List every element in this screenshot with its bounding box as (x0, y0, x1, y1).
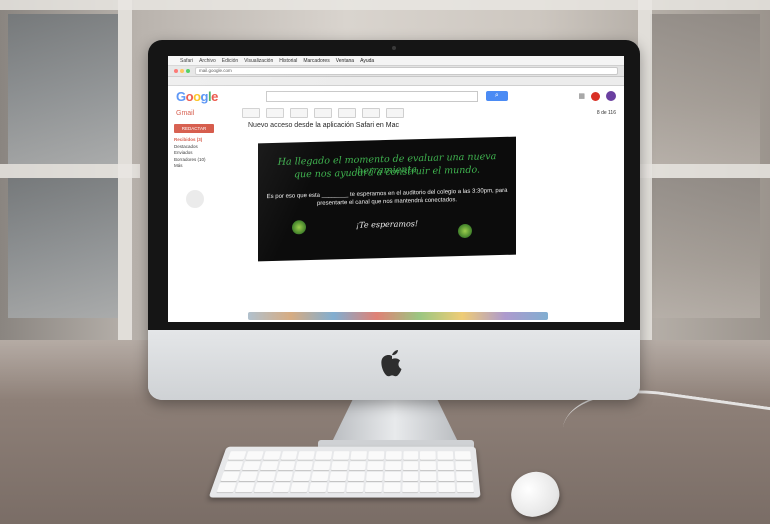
menu-item[interactable]: Visualización (244, 58, 273, 64)
email-view: Nuevo acceso desde la aplicación Safari … (242, 120, 624, 310)
mac-dock[interactable] (248, 312, 548, 320)
sidebar-item-more[interactable]: Más (174, 163, 236, 170)
report-button[interactable] (290, 108, 308, 118)
menu-item[interactable]: Edición (222, 58, 238, 64)
apple-logo-icon (381, 350, 402, 377)
menu-item[interactable]: Marcadores (303, 58, 329, 64)
gmail-header: Google ⌕ ▦ (168, 86, 624, 106)
email-subject: Nuevo acceso desde la aplicación Safari … (248, 122, 618, 129)
school-seal-icon (458, 223, 472, 239)
photo-scene: Safari Archivo Edición Visualización His… (0, 0, 770, 524)
google-logo[interactable]: Google (176, 89, 218, 104)
mac-menubar: Safari Archivo Edición Visualización His… (168, 56, 624, 66)
bookmarks-bar (168, 77, 624, 86)
window-transom (638, 164, 770, 178)
apps-grid-icon[interactable]: ▦ (578, 92, 585, 100)
avatar[interactable] (606, 91, 616, 101)
more-button[interactable] (386, 108, 404, 118)
gmail-sidebar: REDACTAR Recibidos (3) Destacados Enviad… (168, 120, 242, 310)
back-button[interactable] (242, 108, 260, 118)
compose-button[interactable]: REDACTAR (174, 124, 214, 133)
email-banner: Ha llegado el momento de evaluar una nue… (258, 136, 516, 262)
delete-button[interactable] (314, 108, 332, 118)
menu-item[interactable]: Ayuda (360, 58, 374, 64)
labels-button[interactable] (362, 108, 380, 118)
menu-item[interactable]: Archivo (199, 58, 216, 64)
menu-item[interactable]: Safari (180, 58, 193, 64)
window-pane (8, 178, 118, 318)
gmail-label[interactable]: Gmail (176, 110, 236, 117)
window-pane (650, 14, 760, 164)
notifications-icon[interactable] (591, 91, 600, 101)
imac-screen: Safari Archivo Edición Visualización His… (168, 56, 624, 322)
window-pane (650, 178, 760, 318)
move-button[interactable] (338, 108, 356, 118)
browser-toolbar: mail.google.com (168, 66, 624, 77)
search-button[interactable]: ⌕ (485, 91, 508, 101)
menu-item[interactable]: Historial (279, 58, 297, 64)
school-seal-icon (292, 220, 306, 235)
banner-body: Es por eso que esta ________ te esperamo… (266, 187, 508, 207)
window-controls[interactable] (174, 69, 190, 73)
keyboard (208, 446, 481, 498)
message-count: 8 de 116 (596, 110, 616, 116)
window-pane (8, 14, 118, 164)
email-subject-text: Nuevo acceso desde la aplicación Safari … (248, 122, 399, 129)
hangouts-icon[interactable] (186, 189, 204, 208)
search-input[interactable] (265, 90, 478, 102)
address-bar[interactable]: mail.google.com (195, 67, 618, 75)
gmail-toolbar: Gmail 8 de 116 (168, 106, 624, 120)
window-frame (0, 0, 770, 10)
window-transom (0, 164, 140, 178)
archive-button[interactable] (266, 108, 284, 118)
menu-item[interactable]: Ventana (336, 58, 354, 64)
camera-icon (392, 46, 396, 50)
